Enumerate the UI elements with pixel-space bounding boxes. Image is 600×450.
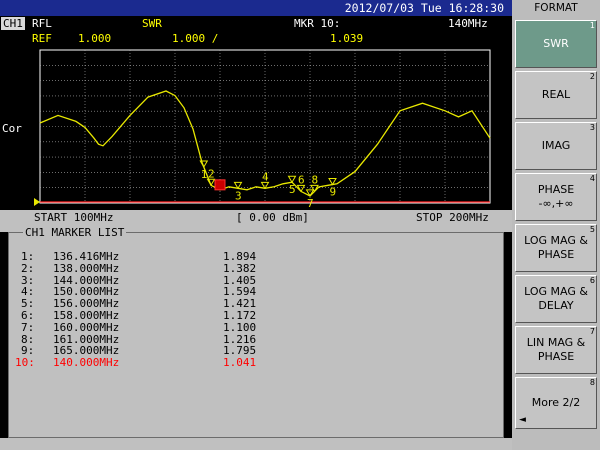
softkey-real[interactable]: 2 REAL xyxy=(515,71,597,119)
active-marker-10 xyxy=(214,179,226,191)
marker-label-1: 1 xyxy=(201,168,208,181)
softkey-more[interactable]: 8 More 2/2 ◄ xyxy=(515,377,597,429)
datetime: 2012/07/03 Tue 16:28:30 xyxy=(344,1,504,15)
marker-label-3: 3 xyxy=(235,189,242,202)
marker-1 xyxy=(199,160,209,169)
measurement-label: RFL xyxy=(32,17,52,30)
stop-frequency: STOP 200MHz xyxy=(416,211,489,224)
softkey-swr[interactable]: 1 SWR xyxy=(515,20,597,68)
bottom-frame xyxy=(0,438,512,450)
marker-list-panel: CH1 MARKER LIST 1: 136.416MHz 1.894 2: 138.… xyxy=(8,226,504,438)
marker-frequency: 140MHz xyxy=(448,17,488,30)
marker-label-9: 9 xyxy=(330,186,337,199)
sweep-status-bar: START 100MHz [ 0.00 dBm] STOP 200MHz xyxy=(0,210,512,226)
trace-plot[interactable]: Cor 123456789 xyxy=(0,48,512,210)
format-label: SWR xyxy=(142,17,162,30)
softkey-log-mag-delay[interactable]: 6 LOG MAG & DELAY xyxy=(515,275,597,323)
reference-arrow-icon xyxy=(34,198,40,206)
marker-label-6: 6 xyxy=(298,173,305,186)
marker-5 xyxy=(287,175,297,184)
marker-label: MKR 10: xyxy=(294,17,341,30)
ref-label: REF xyxy=(32,32,52,45)
marker-value: 1.039 xyxy=(330,32,364,45)
softkey-panel: 1 SWR 2 REAL 3 IMAG 4 PHASE -∞,+∞ 5 LOG … xyxy=(512,16,600,450)
marker-label-7: 7 xyxy=(307,197,314,210)
marker-label-5: 5 xyxy=(289,183,296,196)
softkey-imag[interactable]: 3 IMAG xyxy=(515,122,597,170)
marker-label-4: 4 xyxy=(262,170,269,183)
trace-header: CH1 RFL SWR MKR 10: 140MHz REF 1.000 1.0… xyxy=(0,16,512,48)
softkey-menu-title: FORMAT xyxy=(512,0,600,16)
marker-list-title: CH1 MARKER LIST xyxy=(23,226,127,239)
marker-label-2: 2 xyxy=(208,167,215,180)
channel-label[interactable]: CH1 xyxy=(1,17,25,30)
title-bar: 2012/07/03 Tue 16:28:30 xyxy=(0,0,512,16)
marker-label-8: 8 xyxy=(312,173,319,186)
softkey-phase[interactable]: 4 PHASE -∞,+∞ xyxy=(515,173,597,221)
softkey-lin-mag-phase[interactable]: 7 LIN MAG & PHASE xyxy=(515,326,597,374)
left-arrow-icon: ◄ xyxy=(519,415,526,425)
start-frequency: START 100MHz xyxy=(34,211,114,224)
source-power: [ 0.00 dBm] xyxy=(236,211,309,224)
ref-value: 1.000 xyxy=(78,32,112,45)
trace-svg: 1 2 3 4 567 89 xyxy=(34,49,491,210)
scale-value: 1.000 / xyxy=(172,32,219,45)
softkey-log-mag-phase[interactable]: 5 LOG MAG & PHASE xyxy=(515,224,597,272)
